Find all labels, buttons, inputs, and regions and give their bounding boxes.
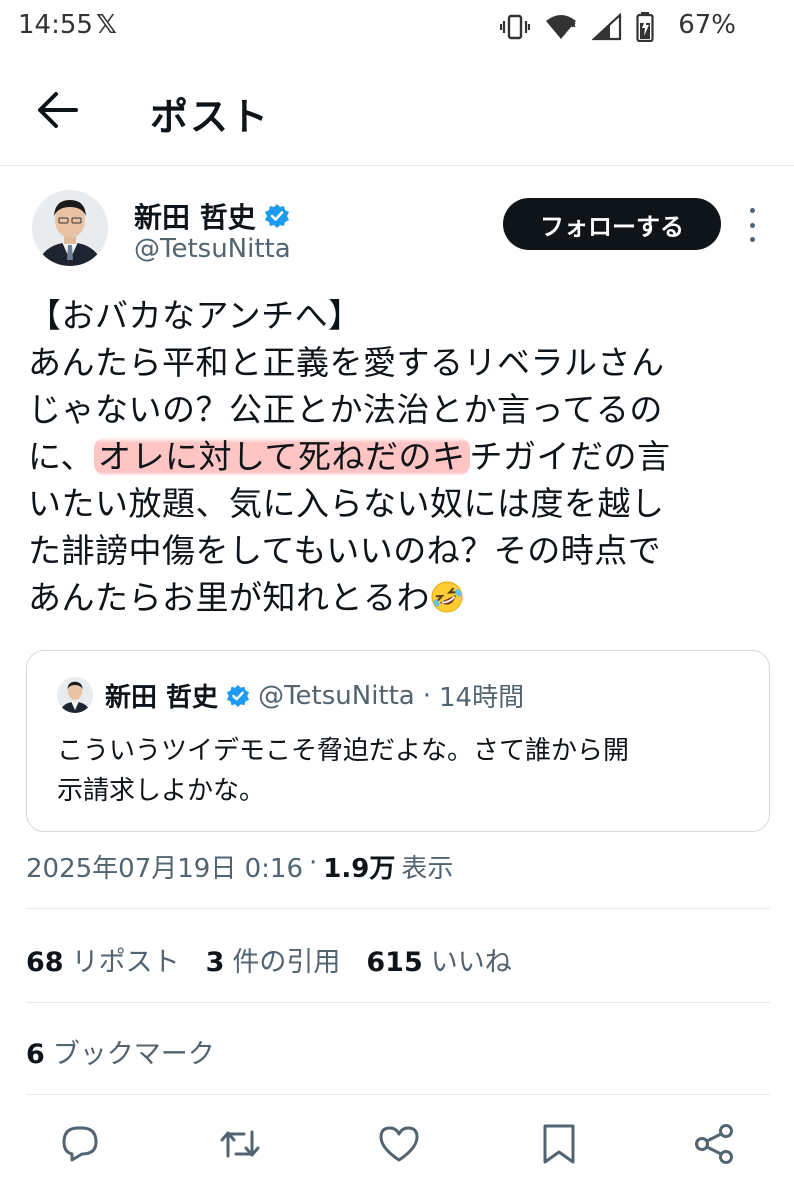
avatar[interactable] (32, 190, 108, 266)
arrow-left-icon (38, 92, 78, 128)
bookmarks-count: 6 (26, 1039, 45, 1070)
reply-button[interactable] (58, 1122, 102, 1166)
quote-avatar (57, 677, 93, 713)
battery-icon (636, 12, 654, 42)
tweet-text-segment: あんたらお里が知れとるわ (28, 578, 430, 617)
quoted-post[interactable]: 新田 哲史 @TetsuNitta · 14時間 こういうツイデモこそ脅迫だよな… (26, 650, 770, 832)
divider (26, 1094, 770, 1095)
reposts-stat[interactable]: 68 リポスト (26, 940, 180, 979)
engagement-stats: 68 リポスト 3 件の引用 615 いいね (26, 940, 512, 979)
tweet-line: じゃないの？公正とか法治とか言ってるの (28, 390, 663, 429)
top-app-bar: ポスト (0, 52, 794, 166)
quotes-count: 3 (205, 947, 225, 978)
person-photo (32, 190, 108, 266)
x-logo-icon: 𝕏 (96, 10, 117, 40)
tweet-line: た誹謗中傷をしてもいいのね？その時点で (28, 531, 662, 570)
status-time: 14:55 (18, 10, 93, 40)
divider (26, 1002, 770, 1003)
status-icons (500, 12, 654, 42)
quote-line: 示請求しよかな。 (57, 776, 266, 806)
post-meta: 2025年07月19日 0:16 · 1.9万 表示 (26, 848, 453, 885)
share-button[interactable] (692, 1122, 736, 1166)
wifi-icon (546, 15, 576, 39)
likes-stat[interactable]: 615 いいね (366, 940, 511, 979)
separator-dot: · (422, 680, 432, 711)
quote-time: 14時間 (439, 683, 525, 713)
person-photo (57, 677, 93, 713)
bookmarks-stat[interactable]: 6 ブックマーク (26, 1032, 215, 1071)
tweet-line: いたい放題、気に入らない奴には度を越し (28, 484, 665, 523)
more-options-icon[interactable] (742, 208, 762, 242)
quotes-stat[interactable]: 3 件の引用 (206, 940, 341, 979)
repost-button[interactable] (218, 1122, 262, 1166)
page-title: ポスト (150, 95, 271, 139)
tweet-line: に、 オレに対して死ねだのキ チガイだの言 (28, 433, 768, 480)
verified-badge-icon (226, 684, 250, 707)
separator-dot: · (309, 848, 318, 878)
verified-badge-icon (264, 204, 289, 228)
likes-label: いいね (430, 947, 512, 978)
action-bar (0, 1122, 794, 1170)
tweet-line: 【おバカなアンチへ】 (28, 296, 362, 335)
tweet-line: あんたらお里が知れとるわ (28, 574, 768, 621)
back-button[interactable] (36, 90, 80, 130)
author-name[interactable]: 新田 哲史 (134, 196, 256, 236)
divider (26, 908, 770, 909)
quote-author-handle: @TetsuNitta (258, 680, 415, 711)
author-handle[interactable]: @TetsuNitta (134, 234, 291, 264)
bookmarks-label: ブックマーク (52, 1039, 215, 1070)
rofl-emoji-icon (431, 581, 463, 613)
bookmark-button[interactable] (537, 1122, 581, 1166)
bookmark-icon (543, 1124, 575, 1164)
status-bar: 14:55 𝕏 67% (0, 0, 794, 52)
quote-header: 新田 哲史 @TetsuNitta · 14時間 (105, 677, 524, 714)
reply-icon (62, 1126, 98, 1162)
signal-icon (592, 13, 622, 41)
follow-button[interactable]: フォローする (503, 198, 721, 250)
quote-text: こういうツイデモこそ脅迫だよな。さて誰から開 示請求しよかな。 (57, 731, 757, 811)
highlight-marker: オレに対して死ねだのキ (94, 437, 470, 476)
tweet-line: あんたら平和と正義を愛するリベラルさん (28, 343, 665, 382)
quote-author-name: 新田 哲史 (105, 683, 219, 713)
vibrate-icon (500, 14, 530, 40)
quote-line: こういうツイデモこそ脅迫だよな。さて誰から開 (57, 736, 630, 766)
reposts-label: リポスト (71, 947, 180, 978)
author-name-row[interactable]: 新田 哲史 (134, 196, 290, 236)
tweet-text: 【おバカなアンチへ】 あんたら平和と正義を愛するリベラルさん じゃないの？公正と… (28, 292, 768, 621)
heart-icon (379, 1126, 419, 1162)
tweet-text-segment: に、 (28, 437, 95, 476)
repost-icon (220, 1130, 260, 1158)
quotes-label: 件の引用 (232, 947, 341, 978)
like-button[interactable] (377, 1122, 421, 1166)
views-label: 表示 (401, 854, 454, 884)
share-icon (695, 1124, 733, 1164)
post-timestamp[interactable]: 2025年07月19日 0:16 (26, 848, 303, 885)
view-count: 1.9万 (323, 854, 396, 884)
likes-count: 615 (366, 947, 423, 978)
battery-percent: 67% (678, 10, 736, 40)
reposts-count: 68 (26, 947, 64, 978)
tweet-text-segment: チガイだの言 (469, 437, 671, 476)
